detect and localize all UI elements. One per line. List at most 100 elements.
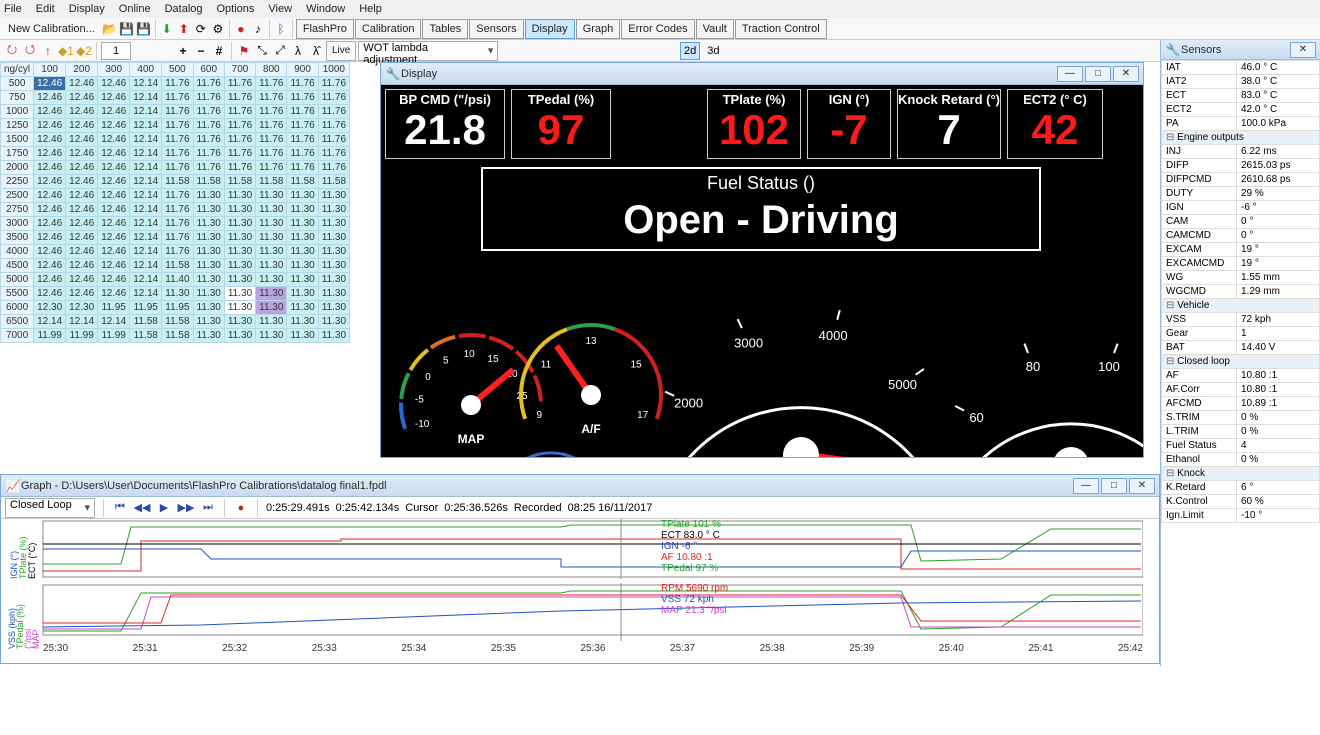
table-cell[interactable]: 12.46 bbox=[66, 245, 98, 259]
table-cell[interactable]: 11.76 bbox=[256, 77, 287, 91]
table-cell[interactable]: 11.76 bbox=[162, 231, 193, 245]
table-cell[interactable]: 12.46 bbox=[98, 91, 130, 105]
table-cell[interactable]: 11.30 bbox=[318, 287, 349, 301]
tab-vault[interactable]: Vault bbox=[696, 19, 734, 39]
row-header[interactable]: 6000 bbox=[1, 301, 34, 315]
table-cell[interactable]: 11.58 bbox=[130, 315, 162, 329]
table-cell[interactable]: 11.58 bbox=[162, 175, 193, 189]
table-cell[interactable]: 12.46 bbox=[34, 147, 66, 161]
table-cell[interactable]: 12.14 bbox=[130, 259, 162, 273]
plus-icon[interactable]: + bbox=[175, 43, 191, 59]
table-cell[interactable]: 11.76 bbox=[162, 91, 193, 105]
marker2-icon[interactable]: ◆2 bbox=[76, 43, 92, 59]
table-cell[interactable]: 12.46 bbox=[34, 259, 66, 273]
table-cell[interactable]: 11.76 bbox=[318, 91, 349, 105]
table-cell[interactable]: 11.58 bbox=[193, 175, 224, 189]
table-cell[interactable]: 11.30 bbox=[224, 259, 255, 273]
table-cell[interactable]: 12.46 bbox=[34, 231, 66, 245]
table-cell[interactable]: 11.76 bbox=[318, 77, 349, 91]
col-header[interactable]: 900 bbox=[287, 63, 318, 77]
lambda-icon[interactable]: λ bbox=[290, 43, 306, 59]
display-titlebar[interactable]: 🔧 Display — □ ✕ bbox=[381, 63, 1143, 85]
table-cell[interactable]: 11.30 bbox=[287, 287, 318, 301]
row-header[interactable]: 3000 bbox=[1, 217, 34, 231]
table-cell[interactable]: 11.58 bbox=[256, 175, 287, 189]
row-header[interactable]: 3500 bbox=[1, 231, 34, 245]
table-cell[interactable]: 11.95 bbox=[130, 301, 162, 315]
refresh-icon[interactable]: ⟳ bbox=[193, 21, 209, 37]
table-cell[interactable]: 11.30 bbox=[193, 315, 224, 329]
new-calibration-button[interactable]: New Calibration... bbox=[2, 19, 101, 39]
table-cell[interactable]: 11.58 bbox=[318, 175, 349, 189]
row-header[interactable]: 5500 bbox=[1, 287, 34, 301]
row-header[interactable]: 1750 bbox=[1, 147, 34, 161]
table-cell[interactable]: 11.76 bbox=[287, 105, 318, 119]
table-cell[interactable]: 12.46 bbox=[34, 189, 66, 203]
table-cell[interactable]: 12.46 bbox=[98, 259, 130, 273]
row-header[interactable]: 5000 bbox=[1, 273, 34, 287]
table-cell[interactable]: 11.30 bbox=[193, 203, 224, 217]
table-cell[interactable]: 11.58 bbox=[287, 175, 318, 189]
table-cell[interactable]: 12.14 bbox=[130, 189, 162, 203]
table-cell[interactable]: 11.76 bbox=[256, 91, 287, 105]
bluetooth-icon[interactable]: ᛒ bbox=[273, 21, 289, 37]
table-cell[interactable]: 12.46 bbox=[66, 259, 98, 273]
table-cell[interactable]: 12.46 bbox=[98, 189, 130, 203]
table-cell[interactable]: 11.76 bbox=[224, 91, 255, 105]
table-cell[interactable]: 12.46 bbox=[34, 203, 66, 217]
table-cell[interactable]: 11.30 bbox=[162, 287, 193, 301]
table-cell[interactable]: 11.76 bbox=[193, 133, 224, 147]
table-cell[interactable]: 11.76 bbox=[193, 91, 224, 105]
menu-window[interactable]: Window bbox=[306, 3, 345, 15]
table-cell[interactable]: 12.14 bbox=[130, 161, 162, 175]
col-header[interactable]: 1000 bbox=[318, 63, 349, 77]
skip-start-button[interactable]: ⏮ bbox=[112, 500, 128, 516]
table-cell[interactable]: 12.46 bbox=[34, 273, 66, 287]
table-cell[interactable]: 12.46 bbox=[98, 105, 130, 119]
table-cell[interactable]: 12.14 bbox=[130, 203, 162, 217]
col-header[interactable]: 400 bbox=[130, 63, 162, 77]
row-header[interactable]: 2250 bbox=[1, 175, 34, 189]
table-cell[interactable]: 11.76 bbox=[318, 119, 349, 133]
table-cell[interactable]: 11.30 bbox=[256, 301, 287, 315]
table-cell[interactable]: 11.30 bbox=[193, 245, 224, 259]
table-cell[interactable]: 12.46 bbox=[66, 189, 98, 203]
table-cell[interactable]: 12.46 bbox=[66, 77, 98, 91]
table-cell[interactable]: 11.30 bbox=[224, 203, 255, 217]
table-cell[interactable]: 12.46 bbox=[34, 133, 66, 147]
table-cell[interactable]: 12.46 bbox=[98, 133, 130, 147]
live-toggle[interactable]: Live bbox=[326, 41, 356, 61]
save-icon[interactable]: 💾 bbox=[119, 21, 135, 37]
menu-online[interactable]: Online bbox=[119, 3, 151, 15]
axis-icon[interactable]: ⭮ bbox=[4, 43, 20, 59]
menu-view[interactable]: View bbox=[268, 3, 292, 15]
table-cell[interactable]: 11.30 bbox=[318, 315, 349, 329]
table-cell[interactable]: 11.95 bbox=[162, 301, 193, 315]
table-cell[interactable]: 12.46 bbox=[98, 77, 130, 91]
table-cell[interactable]: 12.14 bbox=[66, 315, 98, 329]
table-cell[interactable]: 11.30 bbox=[287, 189, 318, 203]
row-header[interactable]: 1000 bbox=[1, 105, 34, 119]
table-cell[interactable]: 12.14 bbox=[130, 273, 162, 287]
table-cell[interactable]: 11.76 bbox=[224, 161, 255, 175]
menu-datalog[interactable]: Datalog bbox=[165, 3, 203, 15]
menu-help[interactable]: Help bbox=[359, 3, 382, 15]
tab-calibration[interactable]: Calibration bbox=[355, 19, 422, 39]
lambda2-icon[interactable]: λ̂ bbox=[308, 43, 324, 59]
col-header[interactable]: 100 bbox=[34, 63, 66, 77]
table-cell[interactable]: 12.46 bbox=[98, 245, 130, 259]
table-cell[interactable]: 11.30 bbox=[287, 245, 318, 259]
music-icon[interactable]: ♪ bbox=[250, 21, 266, 37]
table-cell[interactable]: 11.30 bbox=[256, 189, 287, 203]
table-cell[interactable]: 11.30 bbox=[193, 301, 224, 315]
table-cell[interactable]: 12.46 bbox=[34, 175, 66, 189]
col-header[interactable]: 800 bbox=[256, 63, 287, 77]
table-cell[interactable]: 11.30 bbox=[224, 273, 255, 287]
table-cell[interactable]: 11.30 bbox=[287, 217, 318, 231]
table-cell[interactable]: 11.30 bbox=[193, 273, 224, 287]
table-cell[interactable]: 12.46 bbox=[98, 175, 130, 189]
adjustment-combo[interactable]: WOT lambda adjustment bbox=[358, 41, 498, 61]
cursor-icon[interactable]: ⤡ bbox=[254, 43, 270, 59]
table-cell[interactable]: 11.76 bbox=[224, 105, 255, 119]
table-cell[interactable]: 11.30 bbox=[193, 287, 224, 301]
